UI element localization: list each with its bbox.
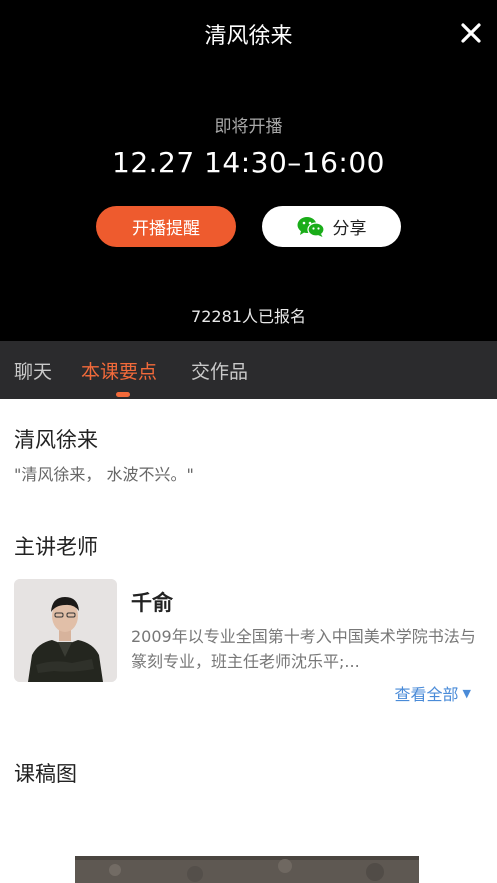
tab-bar: 聊天 本课要点 交作品 xyxy=(0,341,497,399)
caret-down-icon: ▼ xyxy=(462,686,471,700)
broadcast-time: 12.27 14:30–16:00 xyxy=(112,146,385,179)
course-quote: "清风徐来， 水波不兴。" xyxy=(14,465,194,484)
live-course-page: 清风徐来 即将开播 12.27 14:30–16:00 开播提醒 分享 7228… xyxy=(0,0,497,883)
active-tab-indicator xyxy=(116,392,130,397)
view-all-link[interactable]: 查看全部 ▼ xyxy=(395,681,471,705)
page-title: 清风徐来 xyxy=(204,24,293,49)
close-icon xyxy=(461,23,481,43)
share-button[interactable]: 分享 xyxy=(262,206,401,247)
tab-submit-work[interactable]: 交作品 xyxy=(191,357,248,384)
live-player-area: 清风徐来 即将开播 12.27 14:30–16:00 开播提醒 分享 7228… xyxy=(0,0,497,341)
remind-button-label: 开播提醒 xyxy=(132,219,200,239)
teacher-bio: 2009年以专业全国第十考入中国美术学院书法与篆刻专业，班主任老师沈乐平;... xyxy=(131,627,476,671)
signup-count: 72281人已报名 xyxy=(191,307,306,326)
teacher-section-title: 主讲老师 xyxy=(14,535,98,559)
wechat-icon xyxy=(297,216,325,238)
tab-chat[interactable]: 聊天 xyxy=(14,357,52,384)
teacher-name: 千俞 xyxy=(131,591,173,615)
close-button[interactable] xyxy=(455,17,487,49)
teacher-avatar[interactable] xyxy=(14,579,117,682)
tab-key-points[interactable]: 本课要点 xyxy=(81,357,157,384)
slide-image[interactable] xyxy=(75,856,419,883)
broadcast-status: 即将开播 xyxy=(214,117,283,137)
view-all-label: 查看全部 xyxy=(394,685,459,704)
remind-button[interactable]: 开播提醒 xyxy=(96,206,236,247)
share-button-label: 分享 xyxy=(332,219,367,239)
course-title: 清风徐来 xyxy=(14,428,98,452)
slides-section-title: 课稿图 xyxy=(14,762,77,786)
